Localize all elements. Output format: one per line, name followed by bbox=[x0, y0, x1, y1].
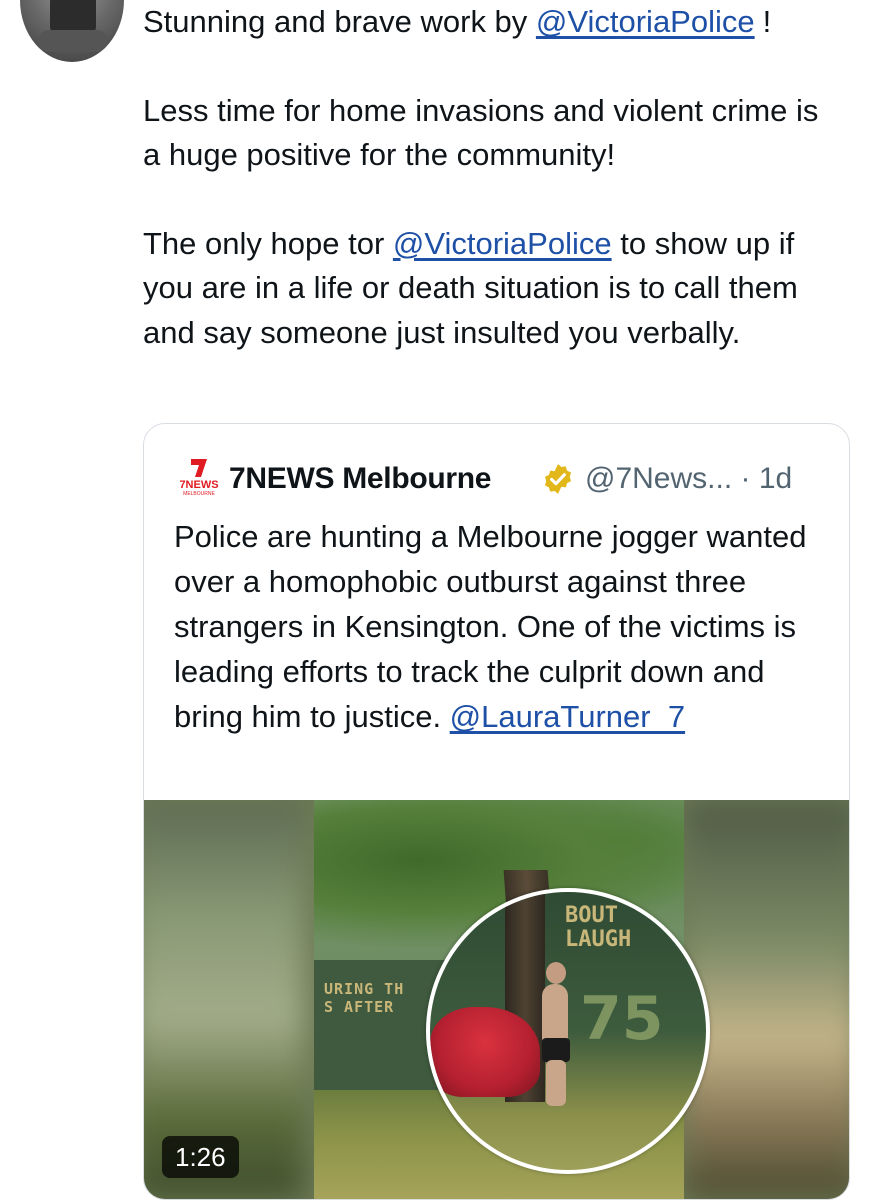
video-duration-badge: 1:26 bbox=[162, 1136, 239, 1178]
mention-link[interactable]: @VictoriaPolice bbox=[536, 4, 755, 39]
post-paragraph-2: Less time for home invasions and violent… bbox=[143, 92, 819, 173]
svg-text:7NEWS: 7NEWS bbox=[179, 479, 218, 491]
7news-logo-icon[interactable]: 7NEWS MELBOURNE bbox=[177, 457, 221, 497]
author-avatar[interactable] bbox=[20, 0, 124, 62]
scene-jogger bbox=[542, 984, 568, 1044]
quoted-post-text: Police are hunting a Melbourne jogger wa… bbox=[174, 519, 807, 734]
quoted-handle-timestamp: @7News... · 1d bbox=[585, 462, 793, 495]
verified-badge-icon bbox=[544, 464, 572, 494]
scene-car bbox=[430, 1007, 540, 1097]
mention-link[interactable]: @VictoriaPolice bbox=[393, 226, 612, 261]
avatar-legs bbox=[38, 30, 108, 52]
quoted-post-header: 7NEWS MELBOURNE 7NEWS Melbourne @7News..… bbox=[144, 459, 849, 507]
post-paragraph-1: Stunning and brave work by @VictoriaPoli… bbox=[143, 4, 772, 39]
mention-link[interactable]: @LauraTurner_7 bbox=[450, 699, 685, 734]
video-blur-right bbox=[684, 800, 849, 1199]
video-player[interactable]: URING TH S AFTER ME BOUT LAUGH 75 1:26 bbox=[144, 800, 849, 1199]
video-inset-circle: BOUT LAUGH 75 bbox=[426, 888, 710, 1174]
quoted-post-card[interactable]: 7NEWS MELBOURNE 7NEWS Melbourne @7News..… bbox=[143, 423, 850, 1200]
quoted-author-name[interactable]: 7NEWS Melbourne bbox=[229, 462, 492, 496]
svg-text:MELBOURNE: MELBOURNE bbox=[183, 491, 215, 497]
post-body: Stunning and brave work by @VictoriaPoli… bbox=[143, 0, 843, 355]
post-paragraph-3: The only hope tor @VictoriaPolice to sho… bbox=[143, 225, 798, 350]
